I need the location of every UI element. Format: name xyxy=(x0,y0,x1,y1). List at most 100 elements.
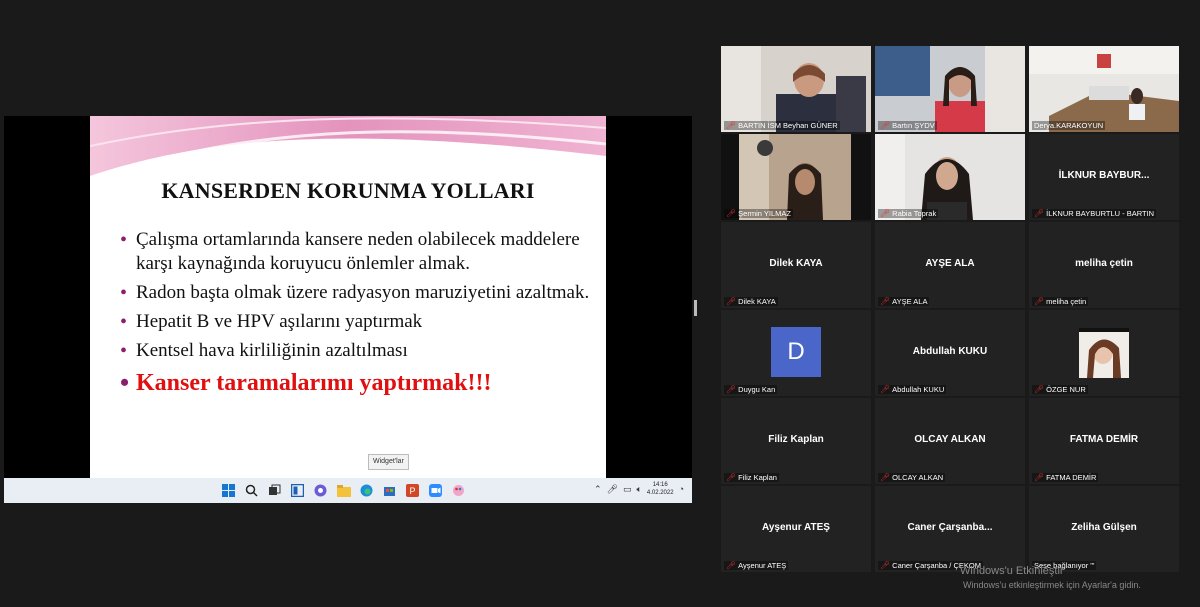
mic-muted-icon: 🎤︎ xyxy=(1034,473,1045,482)
participant-tile[interactable]: D 🎤︎ Duygu Kan xyxy=(721,310,871,396)
mic-muted-icon: 🎤︎ xyxy=(1034,209,1045,218)
shared-screen: KANSERDEN KORUNMA YOLLARI Çalışma ortaml… xyxy=(4,116,692,503)
participant-name: Ayşenur ATEŞ xyxy=(738,561,787,570)
participant-name: ÖZGE NUR xyxy=(1046,385,1086,394)
participant-video xyxy=(875,46,1025,132)
participant-name: Derya.KARAKOYUN xyxy=(1034,121,1104,130)
slide-header-decoration xyxy=(90,116,606,176)
volume-icon[interactable]: 🔈︎ xyxy=(636,484,641,495)
participant-name: İLKNUR BAYBURTLU - BARTIN xyxy=(1046,209,1155,218)
participant-tile[interactable]: 🎤︎ BARTIN İSM Beyhan GÜNER xyxy=(721,46,871,132)
mic-muted-icon: 🎤︎ xyxy=(726,297,737,306)
clock-date: 4.02.2022 xyxy=(646,490,674,496)
participant-tile[interactable]: Caner Çarşanba... 🎤︎ Caner Çarşanba / ÇEK… xyxy=(875,486,1025,572)
participant-name: Bartın ŞYDV xyxy=(892,121,935,130)
participant-photo xyxy=(1029,310,1179,396)
slide-bullet: Radon başta olmak üzere radyasyon maruzi… xyxy=(120,281,590,305)
participant-display-name: Filiz Kaplan xyxy=(768,434,824,445)
participant-name: Filiz Kaplan xyxy=(738,473,777,482)
windows-taskbar: P ⌃ 🎤︎ ▭ 🔈︎ 14:16 4.02.2022 ◔ xyxy=(4,478,692,503)
chat-icon[interactable] xyxy=(312,482,329,499)
svg-text:P: P xyxy=(410,486,416,496)
splitter-handle[interactable] xyxy=(694,300,697,316)
slide-bullet: Çalışma ortamlarında kansere neden olabi… xyxy=(120,228,590,276)
participant-tile-active-speaker[interactable]: Derya.KARAKOYUN xyxy=(1029,46,1179,132)
task-view-icon[interactable] xyxy=(266,482,283,499)
participant-name: Rabia Toprak xyxy=(892,209,937,218)
participant-avatar: D xyxy=(771,327,821,377)
notification-icon[interactable]: ◔ xyxy=(679,484,684,494)
windows-activation-watermark-subtitle: Windows'u etkinleştirmek için Ayarlar'a … xyxy=(963,580,1141,590)
mic-muted-icon: 🎤︎ xyxy=(880,561,891,570)
mic-muted-icon: 🎤︎ xyxy=(726,385,737,394)
slide-bullet: Kentsel hava kirliliğinin azaltılması xyxy=(120,339,590,363)
chevron-up-icon[interactable]: ⌃ xyxy=(594,484,602,495)
mic-muted-icon: 🎤︎ xyxy=(880,121,891,130)
mic-muted-icon: 🎤︎ xyxy=(726,209,737,218)
search-icon[interactable] xyxy=(243,482,260,499)
participant-display-name: İLKNUR BAYBUR... xyxy=(1058,170,1150,181)
participant-tile[interactable]: Abdullah KUKU 🎤︎ Abdullah KUKU xyxy=(875,310,1025,396)
taskbar-clock[interactable]: 14:16 4.02.2022 xyxy=(647,481,674,497)
participant-display-name: AYŞE ALA xyxy=(925,258,975,269)
participant-name: AYŞE ALA xyxy=(892,297,928,306)
participant-tile[interactable]: Zeliha Gülşen Sese bağlanıyor '" xyxy=(1029,486,1179,572)
participant-name: Dilek KAYA xyxy=(738,297,776,306)
participant-tile[interactable]: 🎤︎ Şermin YILMAZ xyxy=(721,134,871,220)
widgets-tooltip: Widget'lar xyxy=(368,454,409,470)
participant-name: BARTIN İSM Beyhan GÜNER xyxy=(738,121,838,130)
edge-browser-icon[interactable] xyxy=(358,482,375,499)
system-tray: ⌃ 🎤︎ ▭ 🔈︎ 14:16 4.02.2022 ◔ xyxy=(594,481,684,497)
participant-video xyxy=(721,46,871,132)
participant-name: OLCAY ALKAN xyxy=(892,473,944,482)
start-icon[interactable] xyxy=(220,482,237,499)
mic-muted-icon: 🎤︎ xyxy=(1034,385,1045,394)
clock-time: 14:16 xyxy=(652,482,668,488)
mic-muted-icon: 🎤︎ xyxy=(1034,297,1045,306)
zoom-icon[interactable] xyxy=(427,482,444,499)
participant-tile[interactable]: 🎤︎ ÖZGE NUR xyxy=(1029,310,1179,396)
participant-tile[interactable]: meliha çetin 🎤︎ meliha çetin xyxy=(1029,222,1179,308)
participant-tile[interactable]: FATMA DEMİR 🎤︎ FATMA DEMİR xyxy=(1029,398,1179,484)
participant-name: Abdullah KUKU xyxy=(892,385,945,394)
mic-muted-icon: 🎤︎ xyxy=(880,385,891,394)
paint-icon[interactable] xyxy=(450,482,467,499)
mic-muted-icon: 🎤︎ xyxy=(880,473,891,482)
microphone-icon[interactable]: 🎤︎ xyxy=(607,484,618,495)
participant-tile[interactable]: OLCAY ALKAN 🎤︎ OLCAY ALKAN xyxy=(875,398,1025,484)
participant-display-name: meliha çetin xyxy=(1075,258,1133,269)
mic-muted-icon: 🎤︎ xyxy=(880,297,891,306)
mic-muted-icon: 🎤︎ xyxy=(726,473,737,482)
participant-tile[interactable]: 🎤︎ Rabia Toprak xyxy=(875,134,1025,220)
slide-title: KANSERDEN KORUNMA YOLLARI xyxy=(161,178,535,203)
participant-display-name: FATMA DEMİR xyxy=(1069,434,1139,445)
participant-name: FATMA DEMİR xyxy=(1046,473,1097,482)
participant-display-name: Zeliha Gülşen xyxy=(1071,522,1137,533)
participant-tile[interactable]: Filiz Kaplan 🎤︎ Filiz Kaplan xyxy=(721,398,871,484)
participant-display-name: Caner Çarşanba... xyxy=(907,522,993,533)
participant-video xyxy=(1029,46,1179,132)
mic-muted-icon: 🎤︎ xyxy=(726,561,737,570)
participant-display-name: Dilek KAYA xyxy=(769,258,823,269)
participant-name: Şermin YILMAZ xyxy=(738,209,791,218)
participant-display-name: Ayşenur ATEŞ xyxy=(762,522,830,533)
participant-name: Duygu Kan xyxy=(738,385,776,394)
participant-tile[interactable]: AYŞE ALA 🎤︎ AYŞE ALA xyxy=(875,222,1025,308)
participant-video xyxy=(721,134,871,220)
mic-muted-icon: 🎤︎ xyxy=(880,209,891,218)
participant-tile[interactable]: Dilek KAYA 🎤︎ Dilek KAYA xyxy=(721,222,871,308)
store-icon[interactable] xyxy=(381,482,398,499)
participant-video xyxy=(875,134,1025,220)
widgets-icon[interactable] xyxy=(289,482,306,499)
file-explorer-icon[interactable] xyxy=(335,482,352,499)
participant-tile[interactable]: Ayşenur ATEŞ 🎤︎ Ayşenur ATEŞ xyxy=(721,486,871,572)
powerpoint-icon[interactable]: P xyxy=(404,482,421,499)
mic-muted-icon: 🎤︎ xyxy=(726,121,737,130)
display-icon[interactable]: ▭ xyxy=(623,484,632,495)
windows-activation-watermark-title: Windows'u Etkinleştir xyxy=(960,565,1064,577)
participant-display-name: OLCAY ALKAN xyxy=(914,434,986,445)
participant-tile[interactable]: İLKNUR BAYBUR... 🎤︎ İLKNUR BAYBURTLU - BA… xyxy=(1029,134,1179,220)
participant-tile[interactable]: 🎤︎ Bartın ŞYDV xyxy=(875,46,1025,132)
participant-display-name: Abdullah KUKU xyxy=(912,346,988,357)
slide-bullet-highlight: Kanser taramalarımı yaptırmak!!! xyxy=(120,368,590,398)
